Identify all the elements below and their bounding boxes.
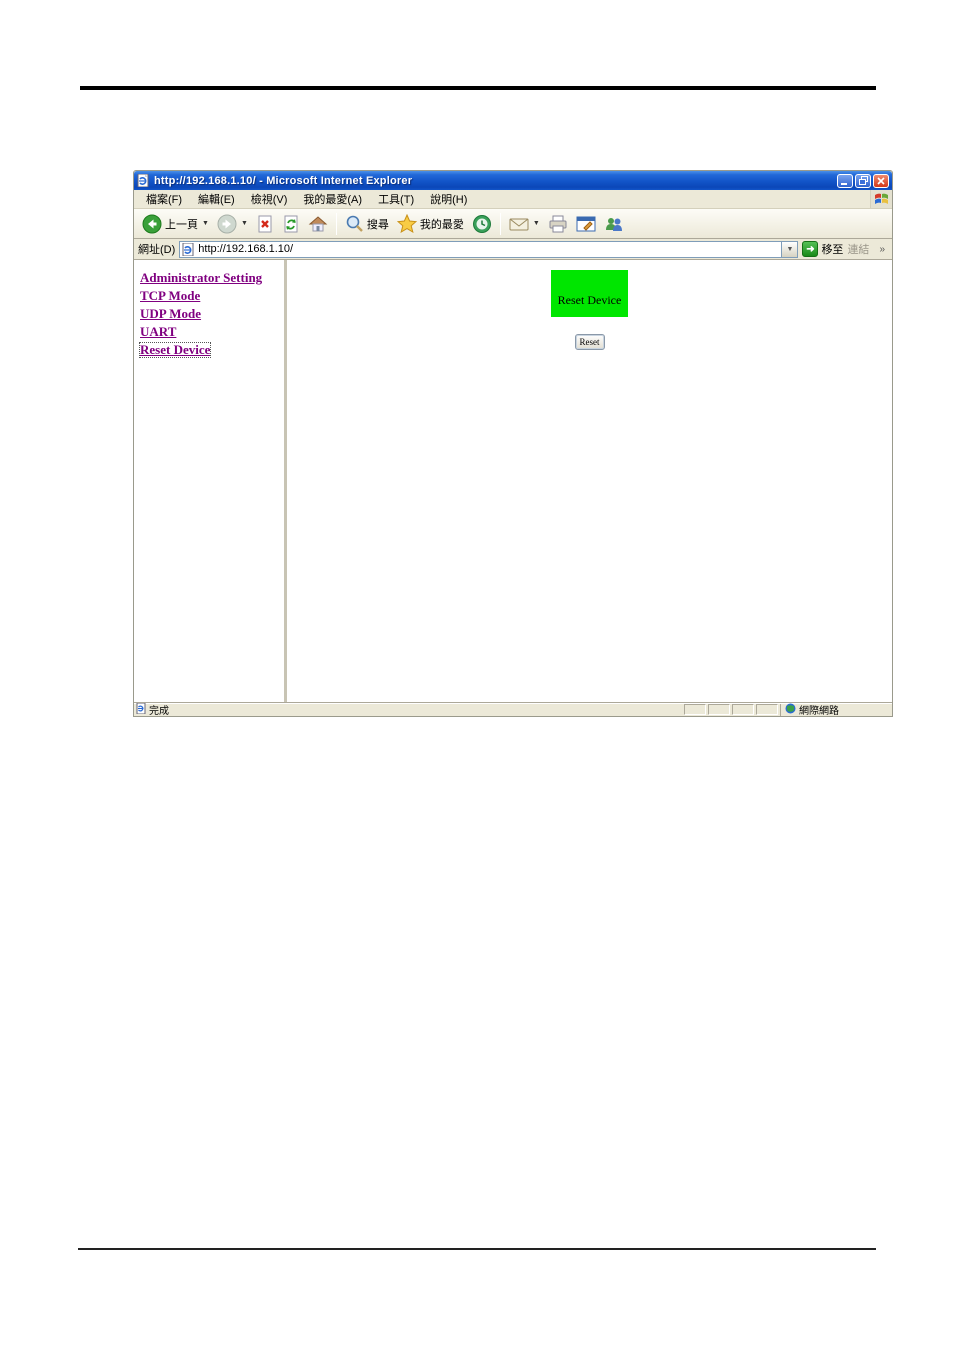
home-icon (308, 215, 328, 233)
menu-tools[interactable]: 工具(T) (370, 189, 422, 209)
bottom-horizontal-rule (78, 1248, 876, 1250)
internet-zone-globe-icon (785, 703, 796, 717)
nav-link-reset-device[interactable]: Reset Device (138, 342, 212, 358)
windows-logo-icon (870, 190, 892, 208)
favorites-button[interactable]: 我的最愛 (393, 212, 468, 235)
menu-help[interactable]: 說明(H) (422, 189, 475, 209)
go-label: 移至 (821, 244, 844, 256)
links-label[interactable]: 連結 (847, 241, 869, 257)
address-url: http://192.168.1.10/ (198, 243, 294, 255)
favorites-label: 我的最愛 (419, 218, 464, 231)
search-icon (345, 214, 364, 233)
edit-button[interactable] (572, 214, 600, 234)
back-icon (142, 214, 162, 234)
search-label: 搜尋 (366, 218, 389, 231)
mail-dropdown-icon[interactable]: ▼ (533, 220, 540, 227)
toolbar-separator (335, 212, 337, 235)
toolbar: 上一頁 ▼ ▼ 搜尋 我的最愛 ▼ (134, 209, 892, 239)
status-bar: 完成 網際網路 (134, 702, 892, 717)
menu-view[interactable]: 檢視(V) (243, 189, 296, 209)
nav-link-udp-mode[interactable]: UDP Mode (140, 307, 201, 321)
ie-page-icon (137, 173, 150, 188)
status-text: 完成 (149, 706, 169, 717)
menu-edit[interactable]: 編輯(E) (190, 189, 243, 209)
print-button[interactable] (544, 213, 572, 235)
restore-button[interactable] (855, 173, 871, 188)
address-dropdown-icon[interactable]: ▼ (781, 241, 798, 257)
ie-browser-window: http://192.168.1.10/ - Microsoft Interne… (133, 170, 893, 717)
address-bar: 網址(D) http://192.168.1.10/ ▼ ➜ 移至 連結 » (134, 239, 892, 260)
nav-link-uart[interactable]: UART (140, 325, 176, 339)
menu-file[interactable]: 檔案(F) (138, 189, 190, 209)
status-page-icon (136, 702, 146, 717)
page-favicon (182, 242, 195, 256)
history-button[interactable] (468, 212, 496, 236)
back-label: 上一頁 (165, 218, 198, 231)
window-title: http://192.168.1.10/ - Microsoft Interne… (154, 174, 413, 187)
navigation-frame: Administrator Setting TCP Mode UDP Mode … (134, 260, 287, 702)
page-content: Administrator Setting TCP Mode UDP Mode … (134, 260, 892, 702)
back-button[interactable]: 上一頁 ▼ (138, 212, 213, 236)
address-label: 網址(D) (138, 244, 176, 256)
minimize-button[interactable] (837, 173, 853, 188)
home-button[interactable] (304, 213, 332, 235)
title-bar[interactable]: http://192.168.1.10/ - Microsoft Interne… (134, 171, 892, 190)
status-segment (684, 704, 706, 715)
status-segment (708, 704, 730, 715)
address-input[interactable]: http://192.168.1.10/ ▼ (179, 240, 799, 258)
status-segment (732, 704, 754, 715)
go-button[interactable]: ➜ 移至 (802, 241, 843, 257)
forward-dropdown-icon[interactable]: ▼ (241, 220, 248, 227)
stop-icon (256, 215, 274, 233)
favorites-star-icon (396, 214, 417, 233)
menu-bar: 檔案(F) 編輯(E) 檢視(V) 我的最愛(A) 工具(T) 說明(H) (134, 190, 892, 209)
status-segment (756, 704, 778, 715)
print-icon (548, 215, 568, 233)
menu-favorites[interactable]: 我的最愛(A) (295, 189, 370, 209)
go-arrow-icon: ➜ (802, 241, 819, 257)
edit-icon (576, 216, 596, 232)
links-chevron-icon[interactable]: » (873, 244, 888, 255)
mail-button[interactable]: ▼ (505, 214, 544, 234)
nav-link-administrator-setting[interactable]: Administrator Setting (140, 271, 262, 285)
reset-button[interactable]: Reset (574, 334, 605, 350)
forward-button[interactable]: ▼ (213, 212, 252, 236)
history-icon (472, 214, 492, 234)
document-page: http://192.168.1.10/ - Microsoft Interne… (0, 0, 955, 1350)
forward-icon (217, 214, 237, 234)
back-dropdown-icon[interactable]: ▼ (202, 220, 209, 227)
refresh-button[interactable] (278, 213, 304, 235)
stop-button[interactable] (252, 213, 278, 235)
toolbar-separator (499, 212, 501, 235)
messenger-button[interactable] (600, 213, 628, 235)
reset-device-banner: Reset Device (551, 270, 628, 317)
main-frame: Reset Device Reset (287, 260, 892, 702)
internet-zone-label: 網際網路 (799, 706, 839, 717)
nav-link-tcp-mode[interactable]: TCP Mode (140, 289, 200, 303)
refresh-icon (282, 215, 300, 233)
mail-icon (509, 216, 529, 232)
close-button[interactable] (873, 173, 889, 188)
messenger-icon (604, 215, 624, 233)
top-horizontal-rule (80, 86, 876, 90)
search-button[interactable]: 搜尋 (341, 212, 393, 235)
